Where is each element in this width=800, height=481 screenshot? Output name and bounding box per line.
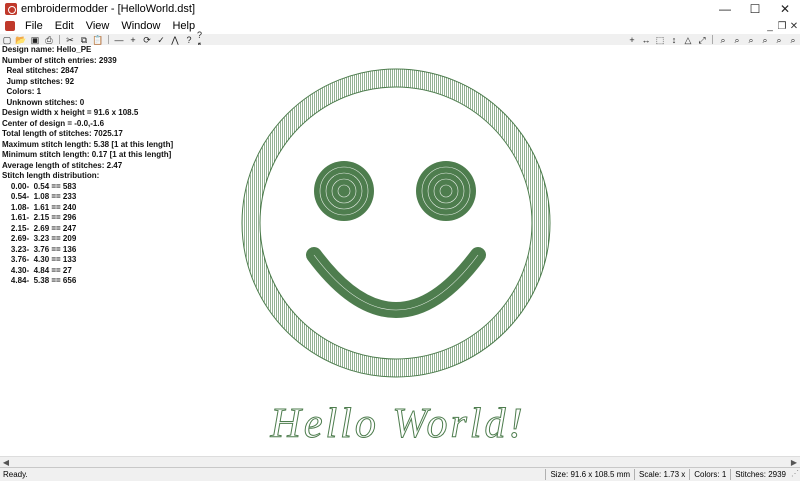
zoom-in-icon[interactable]: + — [127, 35, 139, 45]
zoom-out-icon[interactable]: — — [113, 35, 125, 45]
app-icon — [5, 3, 17, 15]
zoom-all-icon[interactable]: ⌕ — [787, 35, 799, 45]
document-icon[interactable] — [5, 21, 15, 31]
status-size: Size: 91.6 x 108.5 mm — [545, 469, 634, 480]
check-icon[interactable]: ✓ — [155, 35, 167, 45]
minimize-button[interactable]: — — [710, 0, 740, 18]
zoom-window-icon[interactable]: ⌕ — [773, 35, 785, 45]
refresh-icon[interactable]: ⟳ — [141, 35, 153, 45]
toolbar-divider — [712, 35, 713, 44]
zoom-in-magnifier-icon[interactable]: ⌕ — [731, 35, 743, 45]
toolbar-divider — [59, 35, 60, 44]
select-box-icon[interactable]: ⬚ — [654, 35, 666, 45]
delta-icon[interactable]: △ — [682, 35, 694, 45]
menu-window[interactable]: Window — [115, 20, 166, 32]
horizontal-icon[interactable]: ↔ — [640, 35, 652, 45]
smiley-face — [241, 68, 551, 378]
cut-icon[interactable]: ✂ — [64, 35, 76, 45]
design-canvas[interactable]: Design name: Hello_PE Number of stitch e… — [0, 45, 800, 467]
resize-grip-icon[interactable]: ⋰ — [790, 469, 800, 480]
scroll-right-icon[interactable]: ▶ — [788, 458, 800, 467]
help-icon[interactable]: ? — [183, 35, 195, 45]
print-icon[interactable]: ⎙ — [43, 35, 55, 45]
expand-icon[interactable]: ⤢ — [696, 35, 708, 45]
open-folder-icon[interactable]: 📂 — [15, 35, 27, 45]
status-stitches: Stitches: 2939 — [730, 469, 790, 480]
zoom-out-magnifier-icon[interactable]: ⌕ — [745, 35, 757, 45]
embroidery-design: Hello World! — [241, 68, 551, 448]
menu-view[interactable]: View — [80, 20, 116, 32]
menu-file[interactable]: File — [19, 20, 49, 32]
new-file-icon[interactable]: ▢ — [1, 35, 13, 45]
menu-help[interactable]: Help — [166, 20, 201, 32]
right-eye — [416, 161, 476, 221]
mdi-restore-button[interactable]: ❐ — [776, 21, 788, 32]
hello-world-text: Hello World! — [270, 401, 526, 447]
window-title: embroidermodder - [HelloWorld.dst] — [21, 3, 196, 15]
scroll-track[interactable] — [12, 458, 788, 467]
vertical-icon[interactable]: ↕ — [668, 35, 680, 45]
smile-mouth — [306, 247, 486, 318]
status-ready: Ready. — [3, 470, 28, 479]
zoom-extents-icon[interactable]: ⌕ — [759, 35, 771, 45]
menu-edit[interactable]: Edit — [49, 20, 80, 32]
status-colors: Colors: 1 — [689, 469, 730, 480]
paste-icon[interactable]: 📋 — [92, 35, 104, 45]
face-ring — [242, 69, 550, 377]
left-eye — [314, 161, 374, 221]
save-icon[interactable]: ▣ — [29, 35, 41, 45]
status-scale: Scale: 1.73 x — [634, 469, 689, 480]
mdi-minimize-button[interactable]: _ — [764, 21, 776, 32]
title-bar: embroidermodder - [HelloWorld.dst] — ☐ ✕ — [0, 0, 800, 18]
status-bar: Ready. Size: 91.6 x 108.5 mm Scale: 1.73… — [0, 467, 800, 481]
copy-icon[interactable]: ⧉ — [78, 35, 90, 45]
face-ring-outline-inner — [259, 86, 533, 360]
scroll-left-icon[interactable]: ◀ — [0, 458, 12, 467]
close-button[interactable]: ✕ — [770, 0, 800, 18]
toolbar-divider — [108, 35, 109, 44]
maximize-button[interactable]: ☐ — [740, 0, 770, 18]
triangle-icon[interactable]: ⋀ — [169, 35, 181, 45]
zoom-icon[interactable]: ⌕ — [717, 35, 729, 45]
menu-bar: File Edit View Window Help _ ❐ ✕ — [0, 18, 800, 35]
whats-this-icon[interactable]: ?↖ — [197, 30, 209, 50]
mdi-close-button[interactable]: ✕ — [788, 21, 800, 32]
pan-icon[interactable]: + — [626, 35, 638, 45]
